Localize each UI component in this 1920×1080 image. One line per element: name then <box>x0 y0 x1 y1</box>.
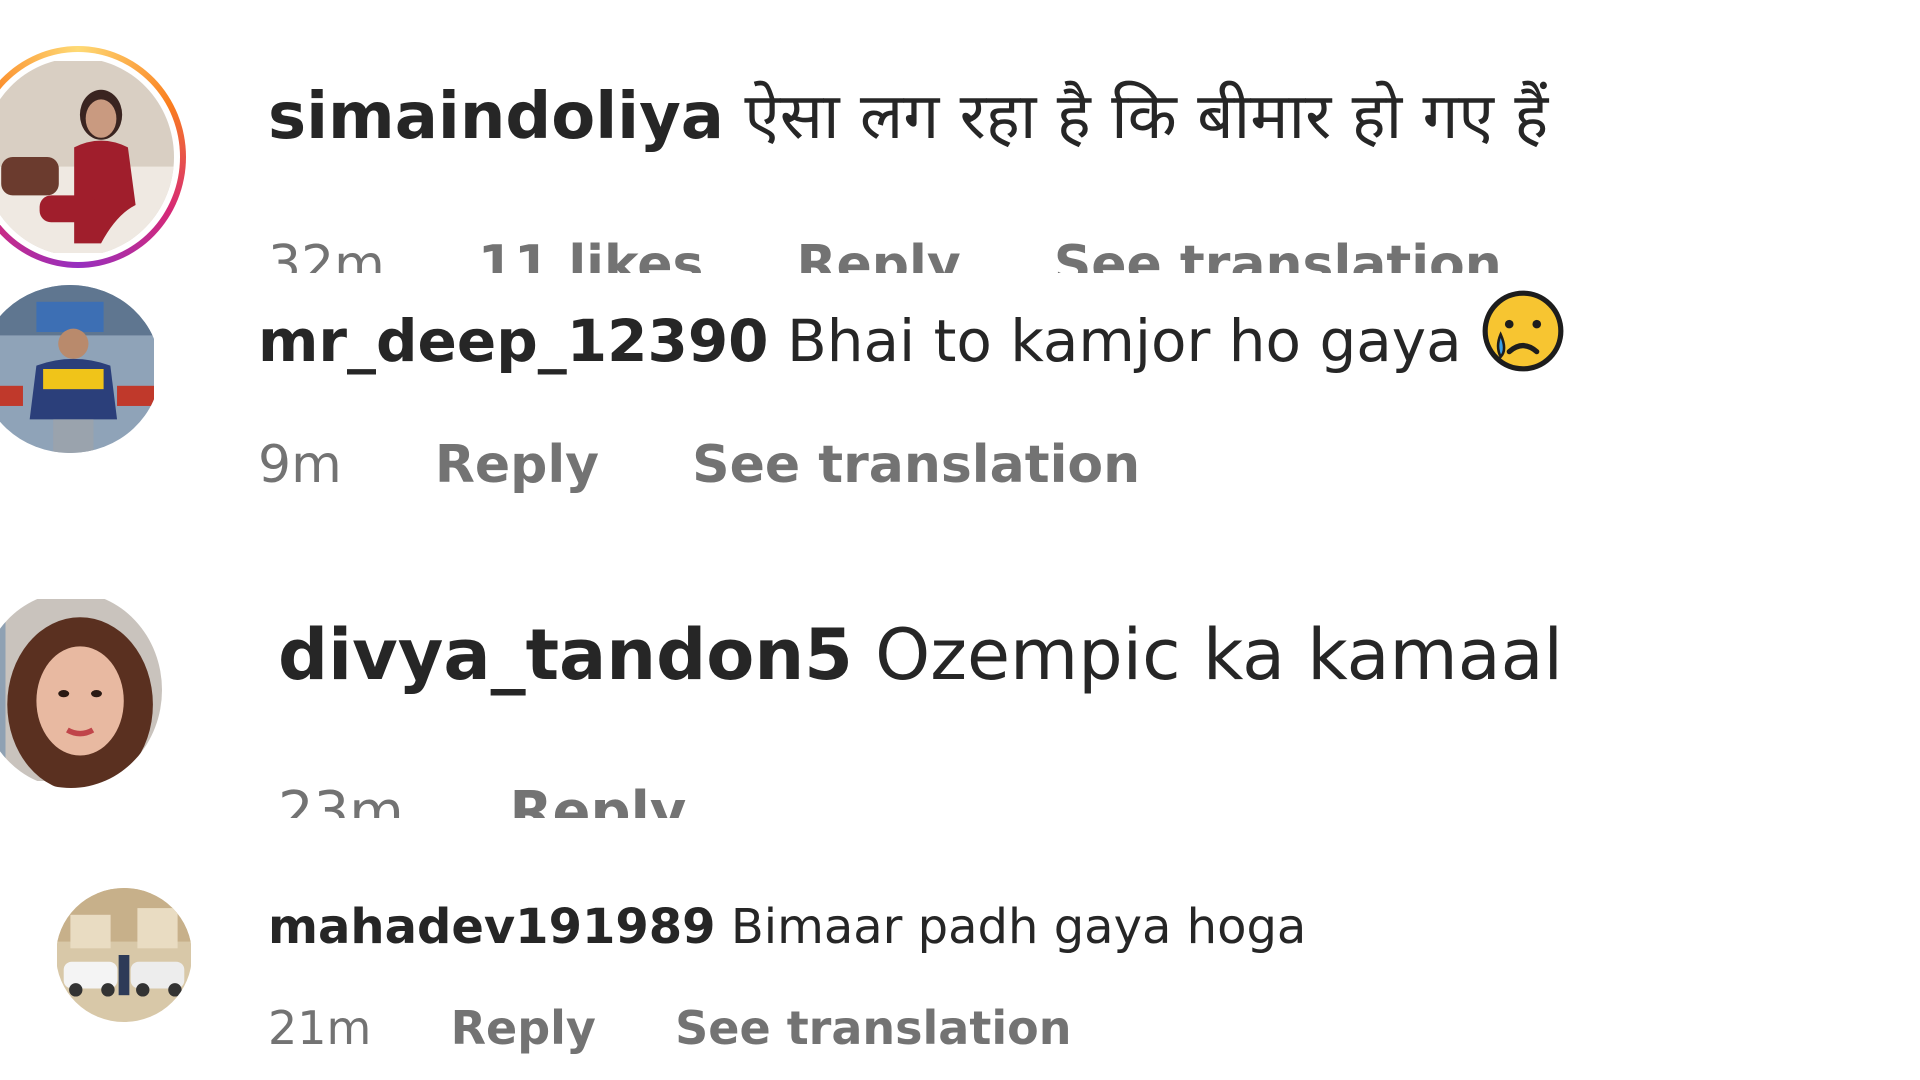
comment-username[interactable]: mr_deep_12390 <box>258 307 769 375</box>
comment-username[interactable]: simaindoliya <box>268 80 724 154</box>
comment-time[interactable]: 21m <box>268 1001 371 1055</box>
reply-button[interactable]: Reply <box>509 780 686 818</box>
reply-button[interactable]: Reply <box>435 435 599 495</box>
avatar-photo-icon <box>0 61 174 253</box>
see-translation-button[interactable]: See translation <box>675 1001 1071 1055</box>
comment-text: Bhai to kamjor ho gaya <box>786 307 1462 376</box>
avatar[interactable] <box>56 888 192 1022</box>
avatar-photo-icon <box>0 285 154 453</box>
likes-count[interactable]: 11 likes <box>478 235 704 273</box>
see-translation-button[interactable]: See translation <box>692 435 1140 495</box>
comment-text: Ozempic ka kamaal <box>875 614 1563 696</box>
avatar-photo-icon <box>0 599 162 788</box>
reply-button[interactable]: Reply <box>796 235 960 273</box>
comment-meta-clip: 23m Reply <box>278 768 1078 818</box>
crying-face-icon <box>1480 288 1566 394</box>
comment-username[interactable]: mahadev191989 <box>268 899 716 955</box>
story-ring[interactable] <box>0 46 186 268</box>
comment-time[interactable]: 9m <box>258 435 342 495</box>
avatar[interactable] <box>0 285 160 453</box>
avatar-photo-icon <box>57 888 191 1022</box>
see-translation-button[interactable]: See translation <box>1054 235 1502 273</box>
avatar[interactable] <box>0 592 162 788</box>
comment-time[interactable]: 32m <box>268 235 385 273</box>
comment-username[interactable]: divya_tandon5 <box>278 614 853 696</box>
comment-meta-clip: 32m 11 likes Reply See translation <box>268 218 1568 273</box>
avatar[interactable] <box>0 58 174 256</box>
comment-text: ऐसा लग रहा है कि बीमार हो गए हैं <box>744 80 1549 154</box>
comment-time[interactable]: 23m <box>278 780 404 818</box>
comment-text: Bimaar padh gaya hoga <box>730 899 1307 955</box>
reply-button[interactable]: Reply <box>451 1001 596 1055</box>
